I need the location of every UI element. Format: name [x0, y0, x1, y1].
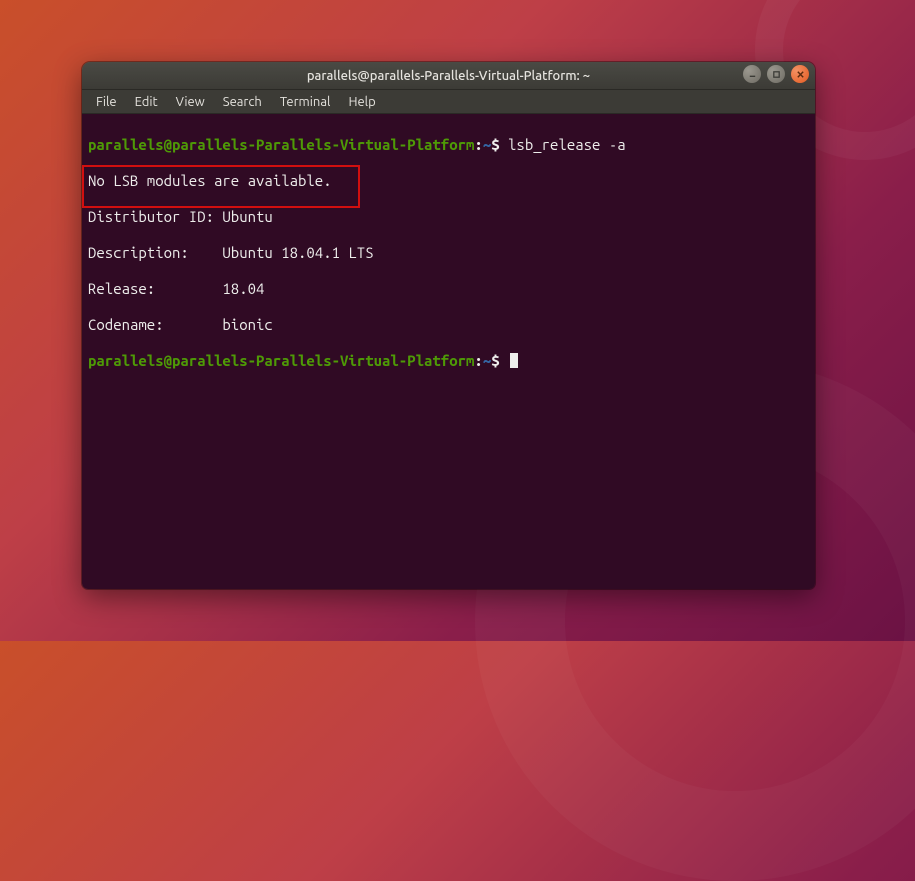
prompt-user-host: parallels@parallels-Parallels-Virtual-Pl…	[88, 136, 474, 153]
menu-edit[interactable]: Edit	[127, 93, 166, 111]
maximize-icon	[772, 70, 781, 79]
terminal-line-prompt-2: parallels@parallels-Parallels-Virtual-Pl…	[88, 352, 809, 370]
menubar: File Edit View Search Terminal Help	[82, 90, 815, 114]
prompt-path: ~	[483, 352, 491, 369]
close-icon	[796, 70, 805, 79]
maximize-button[interactable]	[767, 65, 785, 83]
close-button[interactable]	[791, 65, 809, 83]
terminal-output-2: Distributor ID: Ubuntu	[88, 208, 809, 226]
terminal-window: parallels@parallels-Parallels-Virtual-Pl…	[82, 62, 815, 589]
menu-file[interactable]: File	[88, 93, 125, 111]
cursor	[510, 353, 518, 368]
prompt-user-host: parallels@parallels-Parallels-Virtual-Pl…	[88, 352, 474, 369]
prompt-dollar: $	[491, 136, 499, 153]
terminal-body[interactable]: parallels@parallels-Parallels-Virtual-Pl…	[82, 114, 815, 589]
prompt-colon: :	[474, 352, 482, 369]
terminal-output-5: Codename: bionic	[88, 316, 809, 334]
window-controls	[743, 65, 809, 83]
terminal-output-1: No LSB modules are available.	[88, 172, 809, 190]
minimize-icon	[748, 70, 757, 79]
terminal-line-prompt-1: parallels@parallels-Parallels-Virtual-Pl…	[88, 136, 809, 154]
prompt-dollar: $	[491, 352, 499, 369]
titlebar[interactable]: parallels@parallels-Parallels-Virtual-Pl…	[82, 62, 815, 90]
menu-view[interactable]: View	[168, 93, 213, 111]
prompt-colon: :	[474, 136, 482, 153]
terminal-output-4: Release: 18.04	[88, 280, 809, 298]
terminal-output-3: Description: Ubuntu 18.04.1 LTS	[88, 244, 809, 262]
menu-help[interactable]: Help	[340, 93, 383, 111]
minimize-button[interactable]	[743, 65, 761, 83]
window-title: parallels@parallels-Parallels-Virtual-Pl…	[82, 69, 815, 83]
menu-terminal[interactable]: Terminal	[272, 93, 339, 111]
command-text: lsb_release -a	[508, 136, 626, 153]
menu-search[interactable]: Search	[215, 93, 270, 111]
prompt-path: ~	[483, 136, 491, 153]
